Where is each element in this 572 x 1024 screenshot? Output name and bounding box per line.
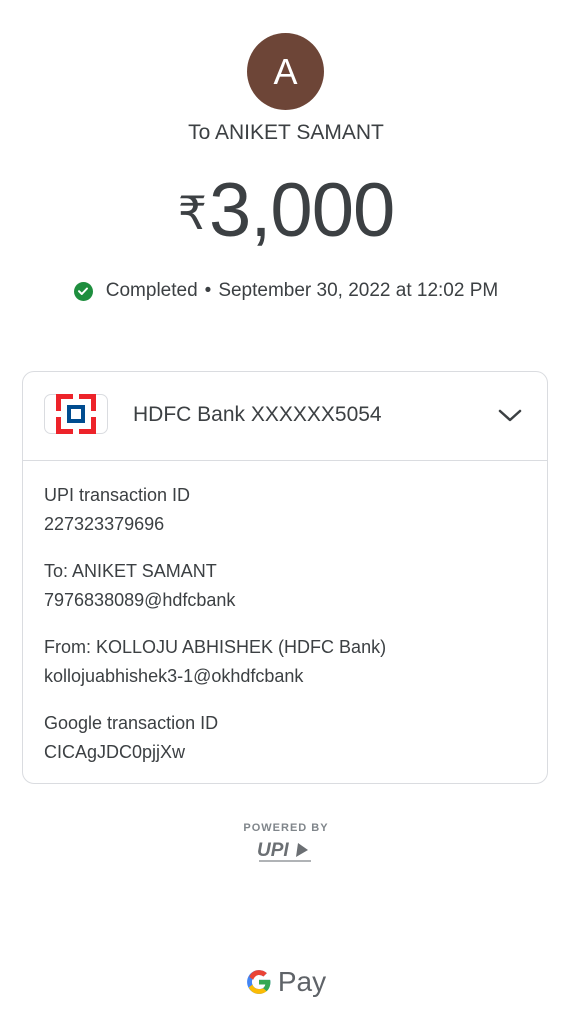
- detail-label: From: KOLLOJU ABHISHEK (HDFC Bank): [44, 637, 387, 657]
- upi-logo-text: UPI: [257, 840, 289, 861]
- detail-label: Google transaction ID: [44, 713, 219, 733]
- detail-google-transaction-id: Google transaction ID CICAgJDC0pjjXw: [44, 713, 218, 763]
- chevron-down-icon[interactable]: [497, 405, 523, 425]
- upi-logo: UPI: [257, 840, 311, 862]
- detail-value[interactable]: 227323379696: [44, 514, 190, 535]
- detail-to: To: ANIKET SAMANT 7976838089@hdfcbank: [44, 561, 235, 611]
- hdfc-bank-logo: [44, 394, 108, 434]
- amount: ₹ 3,000: [0, 168, 572, 254]
- status-label: Completed: [105, 280, 198, 301]
- detail-from: From: KOLLOJU ABHISHEK (HDFC Bank) kollo…: [44, 637, 386, 687]
- detail-label: To: ANIKET SAMANT: [44, 561, 217, 581]
- avatar-initial: A: [273, 50, 298, 92]
- recipient-name: To ANIKET SAMANT: [188, 121, 384, 144]
- detail-value[interactable]: CICAgJDC0pjjXw: [44, 742, 218, 763]
- transaction-details-card: HDFC Bank XXXXXX5054 UPI transaction ID …: [22, 371, 548, 784]
- transaction-status: Completed • September 30, 2022 at 12:02 …: [0, 280, 572, 302]
- detail-upi-transaction-id: UPI transaction ID 227323379696: [44, 485, 190, 535]
- status-separator: •: [204, 280, 212, 301]
- detail-value[interactable]: kollojuabhishek3-1@okhdfcbank: [44, 666, 386, 687]
- bank-account-name: HDFC Bank XXXXXX5054: [133, 403, 382, 426]
- check-circle-icon: [73, 281, 93, 301]
- google-pay-logo: Pay: [0, 966, 572, 998]
- detail-label: UPI transaction ID: [44, 485, 191, 505]
- gpay-text: Pay: [277, 966, 327, 997]
- status-datetime: September 30, 2022 at 12:02 PM: [218, 280, 499, 301]
- bank-account-row[interactable]: HDFC Bank XXXXXX5054: [23, 372, 547, 461]
- detail-value[interactable]: 7976838089@hdfcbank: [44, 590, 235, 611]
- currency-symbol: ₹: [177, 187, 208, 239]
- recipient-avatar: A: [247, 33, 324, 110]
- amount-value: 3,000: [209, 168, 395, 253]
- google-g-icon: [246, 970, 271, 994]
- powered-by-label: POWERED BY: [243, 822, 329, 834]
